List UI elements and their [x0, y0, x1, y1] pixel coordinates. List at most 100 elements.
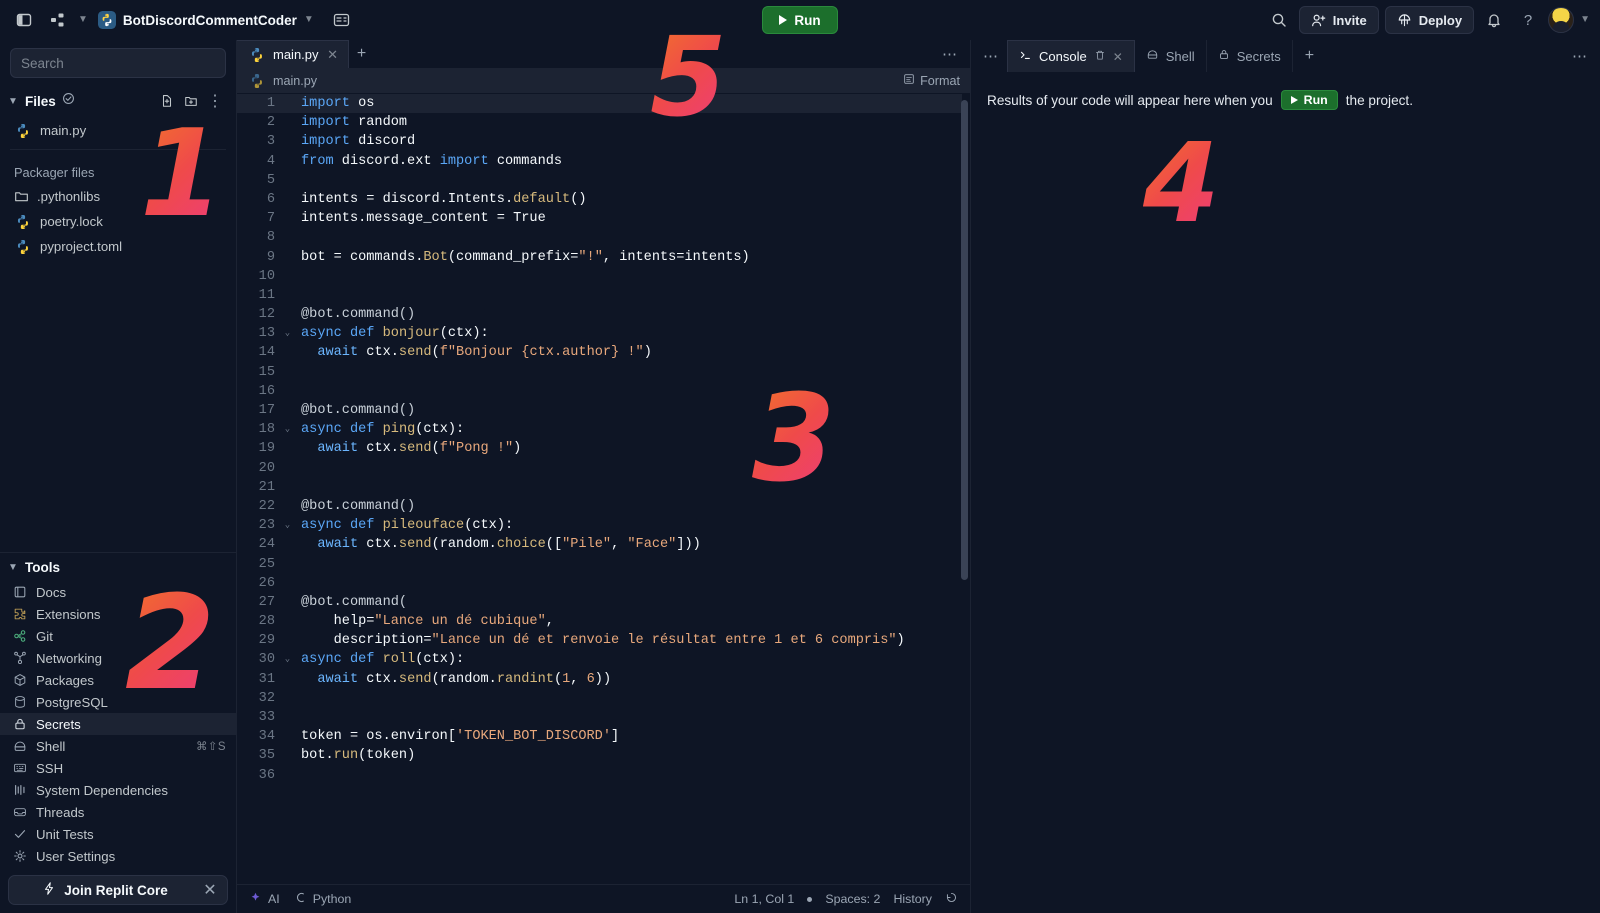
python-file-icon [251, 73, 262, 88]
fold-toggle-icon[interactable]: ⌄ [281, 516, 294, 535]
branch-chevron-icon[interactable]: ▼ [78, 15, 88, 25]
history-icon[interactable] [945, 891, 958, 907]
avatar-chevron-icon[interactable]: ▼ [1580, 15, 1590, 25]
invite-button[interactable]: Invite [1298, 6, 1379, 34]
sidebar-item-git[interactable]: Git [0, 625, 236, 647]
console-left-more-icon[interactable]: ⋯ [975, 40, 1007, 72]
fold-gutter [281, 766, 294, 785]
code-line: 36 [237, 766, 962, 785]
code-line: 19 await ctx.send(f"Pong !") [237, 439, 962, 458]
sidebar-item-user-settings[interactable]: User Settings [0, 845, 236, 867]
file-row[interactable]: main.py [0, 118, 236, 143]
sidebar-item-unit-tests[interactable]: Unit Tests [0, 823, 236, 845]
line-number: 32 [258, 690, 275, 706]
console-more-icon[interactable]: ⋯ [1560, 40, 1600, 72]
files-more-icon[interactable]: ⋮ [204, 90, 226, 112]
file-row[interactable]: poetry.lock [0, 209, 236, 234]
deploy-button[interactable]: Deploy [1384, 6, 1475, 34]
sidebar-item-packages[interactable]: Packages [0, 669, 236, 691]
editor-more-icon[interactable]: ⋯ [930, 40, 970, 68]
new-tab-icon[interactable]: + [349, 40, 375, 68]
tab-shell[interactable]: Shell [1135, 40, 1207, 72]
files-caret-icon[interactable]: ▼ [8, 96, 19, 107]
avatar[interactable] [1548, 7, 1575, 33]
sidebar-item-secrets[interactable]: Secrets [0, 713, 236, 735]
code-line: 15 [237, 363, 962, 382]
sidebar-item-extensions[interactable]: Extensions [0, 603, 236, 625]
language-status[interactable]: Python [294, 891, 351, 907]
console-message-before: Results of your code will appear here wh… [987, 92, 1273, 108]
fold-gutter [281, 670, 294, 689]
console-message-after: the project. [1345, 92, 1413, 108]
help-icon[interactable]: ? [1514, 6, 1542, 34]
history-button[interactable]: History [893, 892, 932, 906]
tab-close-icon[interactable]: ✕ [326, 47, 340, 63]
new-file-icon[interactable] [156, 90, 178, 112]
fold-toggle-icon[interactable]: ⌄ [281, 324, 294, 343]
clear-console-icon[interactable] [1094, 49, 1106, 64]
fold-toggle-icon[interactable]: ⌄ [281, 420, 294, 439]
tab-close-icon[interactable]: ✕ [1113, 50, 1123, 64]
code-line: 26 [237, 574, 962, 593]
sidebar-item-threads[interactable]: Threads [0, 801, 236, 823]
console-run-button[interactable]: Run [1280, 90, 1338, 110]
search-input[interactable]: Search [10, 48, 226, 78]
deploy-icon [1398, 13, 1411, 26]
tools-caret-icon[interactable]: ▼ [8, 562, 19, 573]
tab-console[interactable]: Console ✕ [1007, 40, 1135, 72]
new-folder-icon[interactable] [180, 90, 202, 112]
sidebar-item-docs[interactable]: Docs [0, 581, 236, 603]
run-button[interactable]: Run [762, 6, 838, 34]
file-row[interactable]: .pythonlibs [0, 184, 236, 209]
code-line: 2 import random [237, 113, 962, 132]
sidebar-item-networking[interactable]: Networking [0, 647, 236, 669]
panels-icon[interactable] [328, 6, 356, 34]
code-line: 24 await ctx.send(random.choice(["Pile",… [237, 535, 962, 554]
format-button[interactable]: Format [903, 73, 960, 88]
sidebar-item-system-dependencies[interactable]: System Dependencies [0, 779, 236, 801]
fold-toggle-icon[interactable]: ⌄ [281, 650, 294, 669]
fold-gutter [281, 612, 294, 631]
code-text: await ctx.send(random.choice(["Pile", "F… [317, 537, 701, 553]
git-branch-icon[interactable] [44, 6, 72, 34]
line-number: 1 [266, 96, 275, 111]
git-icon [12, 629, 27, 644]
sidebar-item-label: Secrets [36, 716, 81, 732]
sidebar-item-postgresql[interactable]: PostgreSQL [0, 691, 236, 713]
cursor-position: Ln 1, Col 1 [734, 892, 795, 906]
breadcrumb: main.py [273, 73, 318, 88]
line-number: 11 [258, 287, 275, 303]
close-icon[interactable]: ✕ [199, 879, 221, 901]
fold-gutter [281, 267, 294, 286]
shell-icon [12, 739, 27, 754]
unit-tests-icon [12, 827, 27, 842]
new-console-tab-icon[interactable]: + [1293, 40, 1326, 72]
code-editor[interactable]: 1 import os 2 import random 3 import discord 4… [237, 94, 970, 884]
search-icon[interactable] [1265, 6, 1293, 34]
tab-main-py[interactable]: main.py ✕ [237, 40, 349, 68]
project-chip[interactable]: BotDiscordCommentCoder ▼ [94, 8, 322, 32]
join-replit-core-button[interactable]: Join Replit Core [15, 881, 195, 899]
file-row[interactable]: pyproject.toml [0, 234, 236, 259]
sidebar-toggle-icon[interactable] [10, 6, 38, 34]
code-line: 5 [237, 171, 962, 190]
folder-icon [15, 192, 28, 202]
code-line: 14 await ctx.send(f"Bonjour {ctx.author}… [237, 343, 962, 362]
code-text: @bot.command( [301, 594, 408, 610]
editor-vertical-scrollbar[interactable] [961, 100, 968, 580]
code-line: 1 import os [237, 94, 962, 114]
sidebar-item-shell[interactable]: Shell ⌘⇧S [0, 735, 236, 757]
code-text: description="Lance un dé et renvoie le r… [301, 633, 905, 649]
files-status-icon [62, 92, 75, 110]
bell-icon[interactable] [1480, 6, 1508, 34]
tab-label: Console [1039, 49, 1087, 64]
replit-ide: ▼ BotDiscordCommentCoder ▼ Run Invite De… [0, 0, 1600, 913]
spaces-setting[interactable]: Spaces: 2 [825, 892, 880, 906]
ai-status[interactable]: AI [249, 891, 280, 907]
tab-secrets[interactable]: Secrets [1207, 40, 1293, 72]
project-chevron-icon[interactable]: ▼ [304, 15, 314, 25]
play-icon [779, 15, 788, 25]
sidebar-item-ssh[interactable]: SSH [0, 757, 236, 779]
